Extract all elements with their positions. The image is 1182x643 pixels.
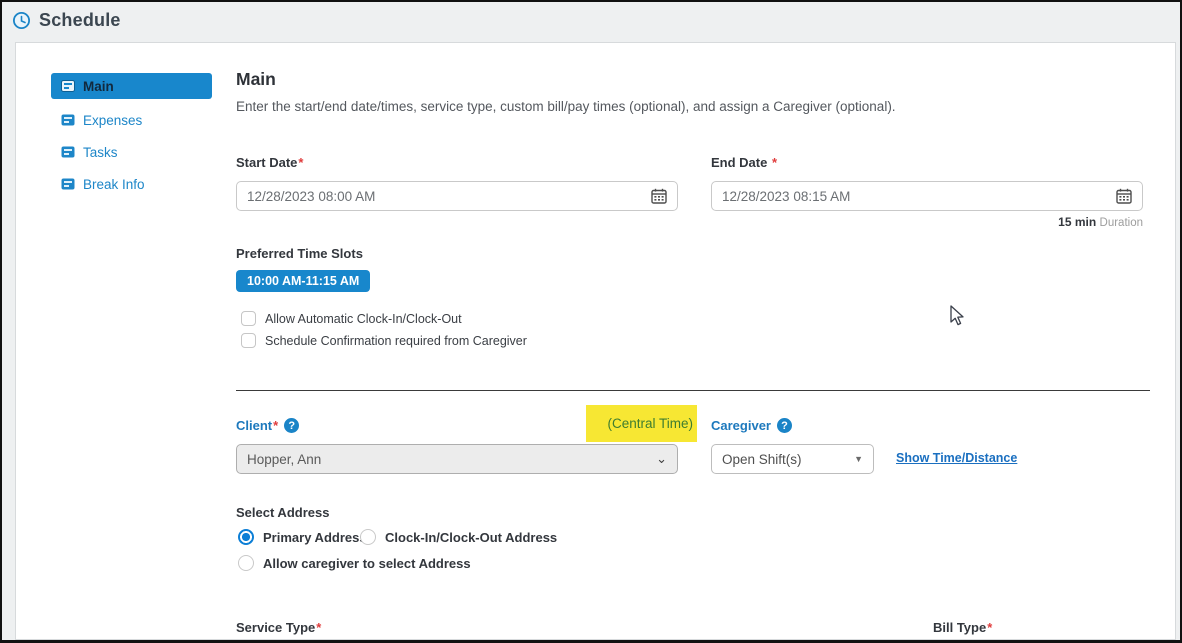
radio-clock-in-out-address[interactable]: Clock-In/Clock-Out Address — [360, 529, 557, 545]
form-card-icon — [61, 80, 75, 92]
preferred-time-slots-label: Preferred Time Slots — [236, 246, 363, 261]
sidebar-item-tasks[interactable]: Tasks — [51, 139, 212, 165]
radio-button[interactable] — [238, 555, 254, 571]
checkbox-row-auto-clock[interactable]: Allow Automatic Clock-In/Clock-Out — [241, 311, 462, 326]
radio-button-selected[interactable] — [238, 529, 254, 545]
section-title: Main — [236, 69, 276, 90]
caregiver-select-value: Open Shift(s) — [722, 452, 802, 467]
radio-label: Allow caregiver to select Address — [263, 556, 471, 571]
select-address-label: Select Address — [236, 505, 329, 520]
app-header: Schedule — [2, 2, 1180, 38]
timezone-note: (Central Time) — [586, 405, 697, 442]
duration-value: 15 min — [1058, 215, 1096, 229]
start-date-value: 12/28/2023 08:00 AM — [247, 189, 651, 204]
radio-button[interactable] — [360, 529, 376, 545]
schedule-window: { "header": { "title": "Schedule" }, "si… — [0, 0, 1182, 643]
sidebar-item-main[interactable]: Main — [51, 73, 212, 99]
radio-label: Clock-In/Clock-Out Address — [385, 530, 557, 545]
client-label: Client* ? — [236, 418, 299, 433]
sidebar-item-expenses[interactable]: Expenses — [51, 107, 212, 133]
end-date-input[interactable]: 12/28/2023 08:15 AM — [711, 181, 1143, 211]
radio-primary-address[interactable]: Primary Address — [238, 529, 367, 545]
checkbox-label: Schedule Confirmation required from Care… — [265, 334, 527, 348]
caregiver-select[interactable]: Open Shift(s) ▼ — [711, 444, 874, 474]
sidebar-item-label: Tasks — [83, 145, 118, 160]
dropdown-arrow-icon: ▼ — [854, 454, 863, 464]
start-date-label: Start Date* — [236, 155, 303, 170]
client-select-value: Hopper, Ann — [247, 452, 321, 467]
checkbox[interactable] — [241, 311, 256, 326]
client-select[interactable]: Hopper, Ann ⌄ — [236, 444, 678, 474]
calendar-icon[interactable] — [1116, 188, 1132, 204]
radio-allow-caregiver-address[interactable]: Allow caregiver to select Address — [238, 555, 471, 571]
service-type-label: Service Type* — [236, 620, 321, 635]
sidebar-item-label: Expenses — [83, 113, 142, 128]
question-mark-icon[interactable]: ? — [284, 418, 299, 433]
required-asterisk: * — [298, 155, 303, 170]
schedule-panel: Main Expenses Tasks Break Info Main Ente… — [15, 42, 1176, 640]
sidebar-item-label: Main — [83, 79, 114, 94]
caregiver-label: Caregiver ? — [711, 418, 792, 433]
show-time-distance-link[interactable]: Show Time/Distance — [896, 451, 1017, 465]
end-date-label: End Date * — [711, 155, 777, 170]
form-card-icon — [61, 178, 75, 190]
duration-label: Duration — [1100, 217, 1143, 229]
checkbox-label: Allow Automatic Clock-In/Clock-Out — [265, 312, 462, 326]
form-card-icon — [61, 114, 75, 126]
required-asterisk: * — [273, 418, 278, 433]
bill-type-label: Bill Type* — [933, 620, 992, 635]
required-asterisk: * — [987, 620, 992, 635]
required-asterisk: * — [772, 155, 777, 170]
time-slot-badge[interactable]: 10:00 AM-11:15 AM — [236, 270, 370, 292]
section-description: Enter the start/end date/times, service … — [236, 99, 896, 114]
section-divider — [236, 390, 1150, 391]
radio-label: Primary Address — [263, 530, 367, 545]
form-card-icon — [61, 146, 75, 158]
page-title: Schedule — [39, 10, 121, 31]
checkbox-row-schedule-confirmation[interactable]: Schedule Confirmation required from Care… — [241, 333, 527, 348]
checkbox[interactable] — [241, 333, 256, 348]
chevron-down-icon: ⌄ — [656, 451, 667, 467]
calendar-icon[interactable] — [651, 188, 667, 204]
duration: 15 min Duration — [711, 215, 1143, 229]
end-date-value: 12/28/2023 08:15 AM — [722, 189, 1116, 204]
question-mark-icon[interactable]: ? — [777, 418, 792, 433]
required-asterisk: * — [316, 620, 321, 635]
clock-icon — [12, 11, 31, 30]
sidebar-item-break-info[interactable]: Break Info — [51, 171, 212, 197]
start-date-input[interactable]: 12/28/2023 08:00 AM — [236, 181, 678, 211]
sidebar-item-label: Break Info — [83, 177, 145, 192]
